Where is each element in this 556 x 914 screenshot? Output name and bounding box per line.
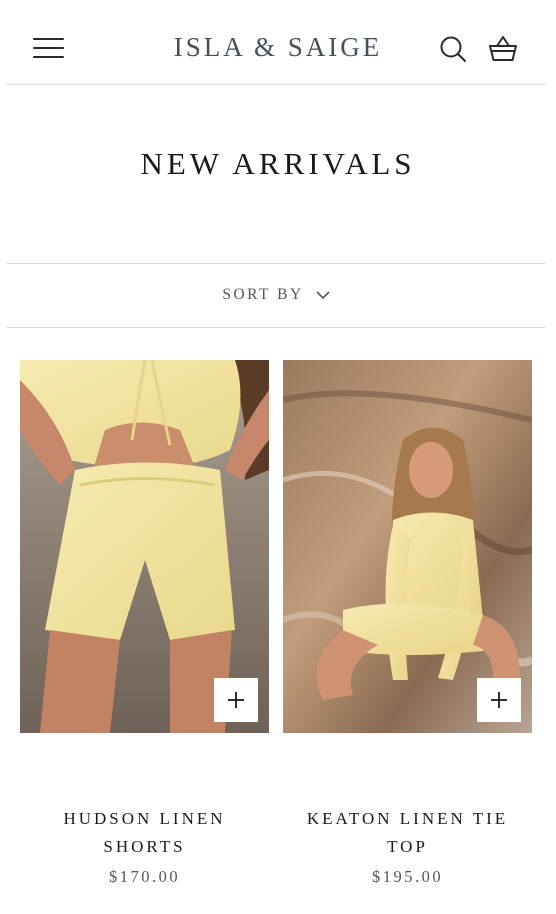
sort-by-label: SORT BY [222, 286, 304, 303]
product-image[interactable] [283, 360, 532, 733]
product-price: $170.00 [108, 867, 181, 886]
site-logo[interactable]: ISLA & SAIGE [0, 32, 556, 63]
cart-button[interactable] [487, 34, 519, 64]
product-title-line: KEATON LINEN TIE [306, 809, 509, 828]
search-icon [440, 36, 466, 62]
plus-icon [491, 692, 507, 708]
plus-icon [228, 692, 244, 708]
product-title-line: HUDSON LINEN [63, 809, 226, 828]
product-image[interactable] [20, 360, 269, 733]
shopping-basket-icon [489, 36, 517, 61]
chevron-down-icon [316, 291, 330, 300]
page-title: NEW ARRIVALS [140, 146, 416, 181]
quick-add-button[interactable] [214, 678, 258, 722]
product-title-line: SHORTS [103, 837, 186, 856]
site-header: ISLA & SAIGE [0, 0, 556, 86]
header-divider [6, 84, 546, 85]
product-title[interactable]: HUDSON LINEN SHORTS [10, 805, 279, 861]
product-card[interactable]: HUDSON LINEN SHORTS $170.00 [20, 360, 269, 886]
sort-by-button[interactable]: SORT BY [6, 282, 546, 308]
sort-bar: SORT BY [6, 263, 546, 328]
product-price: $195.00 [371, 867, 444, 886]
search-button[interactable] [438, 34, 468, 64]
product-title[interactable]: KEATON LINEN TIE TOP [273, 805, 542, 861]
product-title-line: TOP [387, 837, 428, 856]
quick-add-button[interactable] [477, 678, 521, 722]
product-card[interactable]: KEATON LINEN TIE TOP $195.00 [283, 360, 532, 886]
